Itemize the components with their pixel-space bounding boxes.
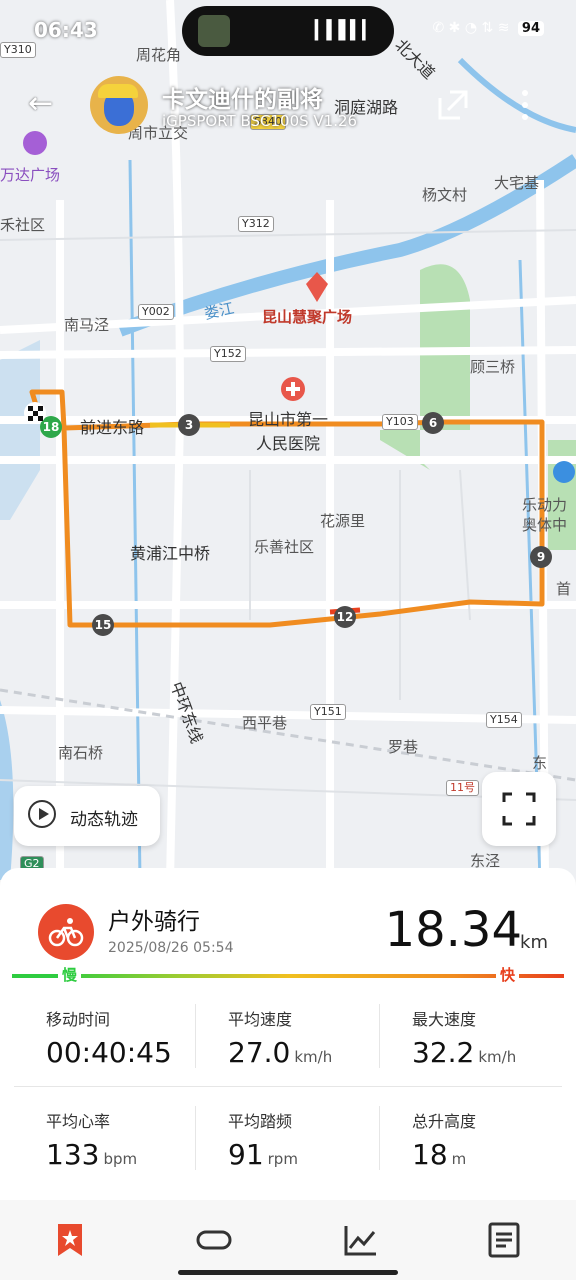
speed-legend: 慢 快 [12,964,564,988]
road-tag: Y151 [310,704,346,720]
map-label: 顾三桥 [470,358,516,376]
stat-avg-speed: 平均速度 27.0 km/h [228,1006,398,1069]
speed-gradient-bar [12,974,564,978]
map-label: 南马泾 [64,316,110,334]
divider [379,1004,380,1068]
avatar[interactable] [90,76,148,134]
dynamic-track-button[interactable]: 动态轨迹 [14,786,160,846]
map-label: 人民医院 [256,434,321,453]
stat-label: 移动时间 [46,1010,111,1029]
km-marker: 15 [92,614,114,636]
dynamic-track-label: 动态轨迹 [70,810,138,830]
km-marker: 6 [422,412,444,434]
document-icon[interactable] [486,1222,522,1258]
fullscreen-button[interactable] [482,772,556,846]
map-label: 乐善社区 [254,538,315,556]
stat-avg-cadence: 平均踏频 91 rpm [228,1108,398,1171]
loop-icon[interactable] [196,1222,232,1258]
stat-label: 总升高度 [412,1112,477,1131]
map-label: 东 [532,754,548,772]
stat-value: 133 [46,1138,100,1171]
map-label: 禾社区 [0,216,46,234]
map-label: 大宅基 [494,174,540,192]
status-bar: 06:43 ▎▍▌▍▎ ✆ ✱ ◔ ⇅ ≋ 94 [0,0,576,60]
stat-value: 00:40:45 [46,1036,172,1069]
share-icon[interactable] [436,88,470,122]
stat-unit: rpm [267,1150,298,1168]
summary-panel: 户外骑行 2025/08/26 05:54 18.34 km 慢 快 移动时间 … [0,868,576,1200]
sport-type: 户外骑行 [108,909,200,935]
map-label: 杨文村 [422,186,468,204]
map-label: 前进东路 [80,418,145,437]
map-label: 首 [556,580,572,598]
legend-fast: 快 [496,964,520,985]
map-label: 昆山慧聚广场 [262,308,353,326]
activity-date: 2025/08/26 05:54 [108,940,234,956]
road-tag: Y154 [486,712,522,728]
status-time: 06:43 [34,18,98,42]
cycling-icon [38,904,94,960]
stat-label: 平均踏频 [228,1112,293,1131]
stat-unit: km/h [294,1048,333,1066]
km-marker: 12 [334,606,356,628]
stat-unit: bpm [103,1150,138,1168]
road-tag: Y103 [382,414,418,430]
dynamic-island[interactable]: ▎▍▌▍▎ [182,6,394,56]
map-label: 昆山市第一 [248,410,329,429]
stat-label: 最大速度 [412,1010,477,1029]
fullscreen-icon [502,792,536,826]
stat-avg-heart-rate: 平均心率 133 bpm [46,1108,216,1171]
km-marker: 9 [530,546,552,568]
bookmark-icon[interactable] [52,1222,88,1258]
stat-total-ascent: 总升高度 18 m [412,1108,576,1171]
map-label: 黄浦江中桥 [130,544,211,563]
stat-label: 平均速度 [228,1010,293,1029]
stat-moving-time: 移动时间 00:40:45 [46,1006,216,1069]
media-thumbnail [198,15,230,47]
system-status-icons: ✆ ✱ ◔ ⇅ ≋ [432,20,510,36]
home-indicator[interactable] [178,1270,398,1275]
device-name: iGPSPORT BSC100S V1.26 [162,112,358,130]
map-label: 乐动力 [522,496,568,514]
stat-max-speed: 最大速度 32.2 km/h [412,1006,576,1069]
landmark-icon [306,272,328,302]
stat-value: 27.0 [228,1036,291,1069]
stat-value: 32.2 [412,1036,475,1069]
system-icons: ✆ ✱ ◔ ⇅ ≋ 94 [432,20,544,36]
back-arrow-icon[interactable]: ← [28,86,64,122]
road-tag: Y312 [238,216,274,232]
map-label: 罗巷 [388,738,419,756]
stat-value: 18 [412,1138,448,1171]
sports-venue-icon [553,461,575,483]
mall-icon [23,131,47,155]
legend-slow: 慢 [58,964,82,985]
map-label: 南石桥 [58,744,104,762]
divider [14,1086,562,1087]
hospital-icon [281,377,305,401]
distance-value: 18.34 [384,902,522,958]
road-tag: Y152 [210,346,246,362]
divider [195,1004,196,1068]
more-vertical-icon[interactable] [518,88,532,122]
stat-unit: km/h [478,1048,517,1066]
route-map[interactable]: 周花角 周市立交 北大道 洞庭湖路 万达广场 杨文村 大宅基 禾社区 南马泾 昆… [0,0,576,880]
audio-wave-icon: ▎▍▌▍▎ [314,20,376,41]
finish-flag-icon [24,402,46,424]
user-name: 卡文迪什的副将 [162,87,323,113]
distance-unit: km [520,932,548,953]
battery-level: 94 [517,21,544,36]
chart-icon[interactable] [342,1222,378,1258]
km-marker: 3 [178,414,200,436]
map-label: 奥体中 [522,516,568,534]
road-tag: 11号 [446,780,479,796]
play-icon [28,800,56,828]
stat-unit: m [451,1150,467,1168]
bottom-tab-bar [0,1200,576,1280]
map-label: 西平巷 [242,714,288,732]
map-label: 万达广场 [0,166,61,184]
stat-value: 91 [228,1138,264,1171]
road-tag: Y002 [138,304,174,320]
stat-label: 平均心率 [46,1112,111,1131]
map-label: 花源里 [320,512,366,530]
